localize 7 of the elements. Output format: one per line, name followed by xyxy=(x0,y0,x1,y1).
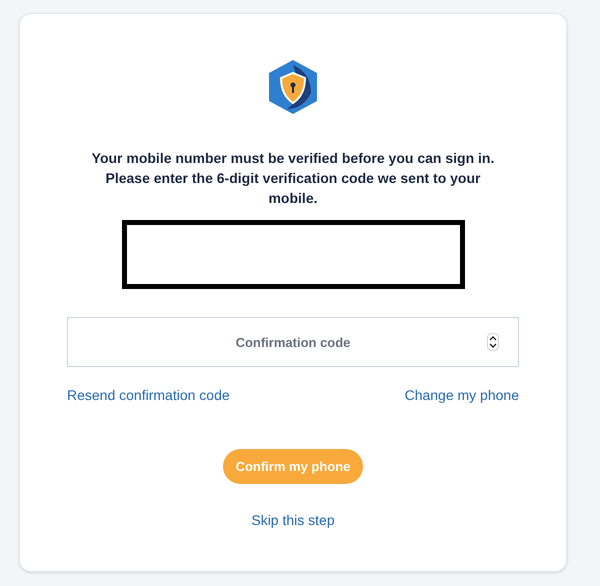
verification-message: Your mobile number must be verified before you can sign in. Please enter the 6-digit verification code we sent to your mobile. xyxy=(90,149,496,208)
skip-step-link[interactable]: Skip this step xyxy=(251,510,335,531)
spinner-arrows-icon[interactable] xyxy=(487,333,499,351)
shield-lock-icon xyxy=(267,59,319,115)
confirmation-code-field[interactable]: Confirmation code xyxy=(67,317,519,367)
change-phone-link[interactable]: Change my phone xyxy=(404,385,519,406)
resend-code-link[interactable]: Resend confirmation code xyxy=(67,385,230,406)
